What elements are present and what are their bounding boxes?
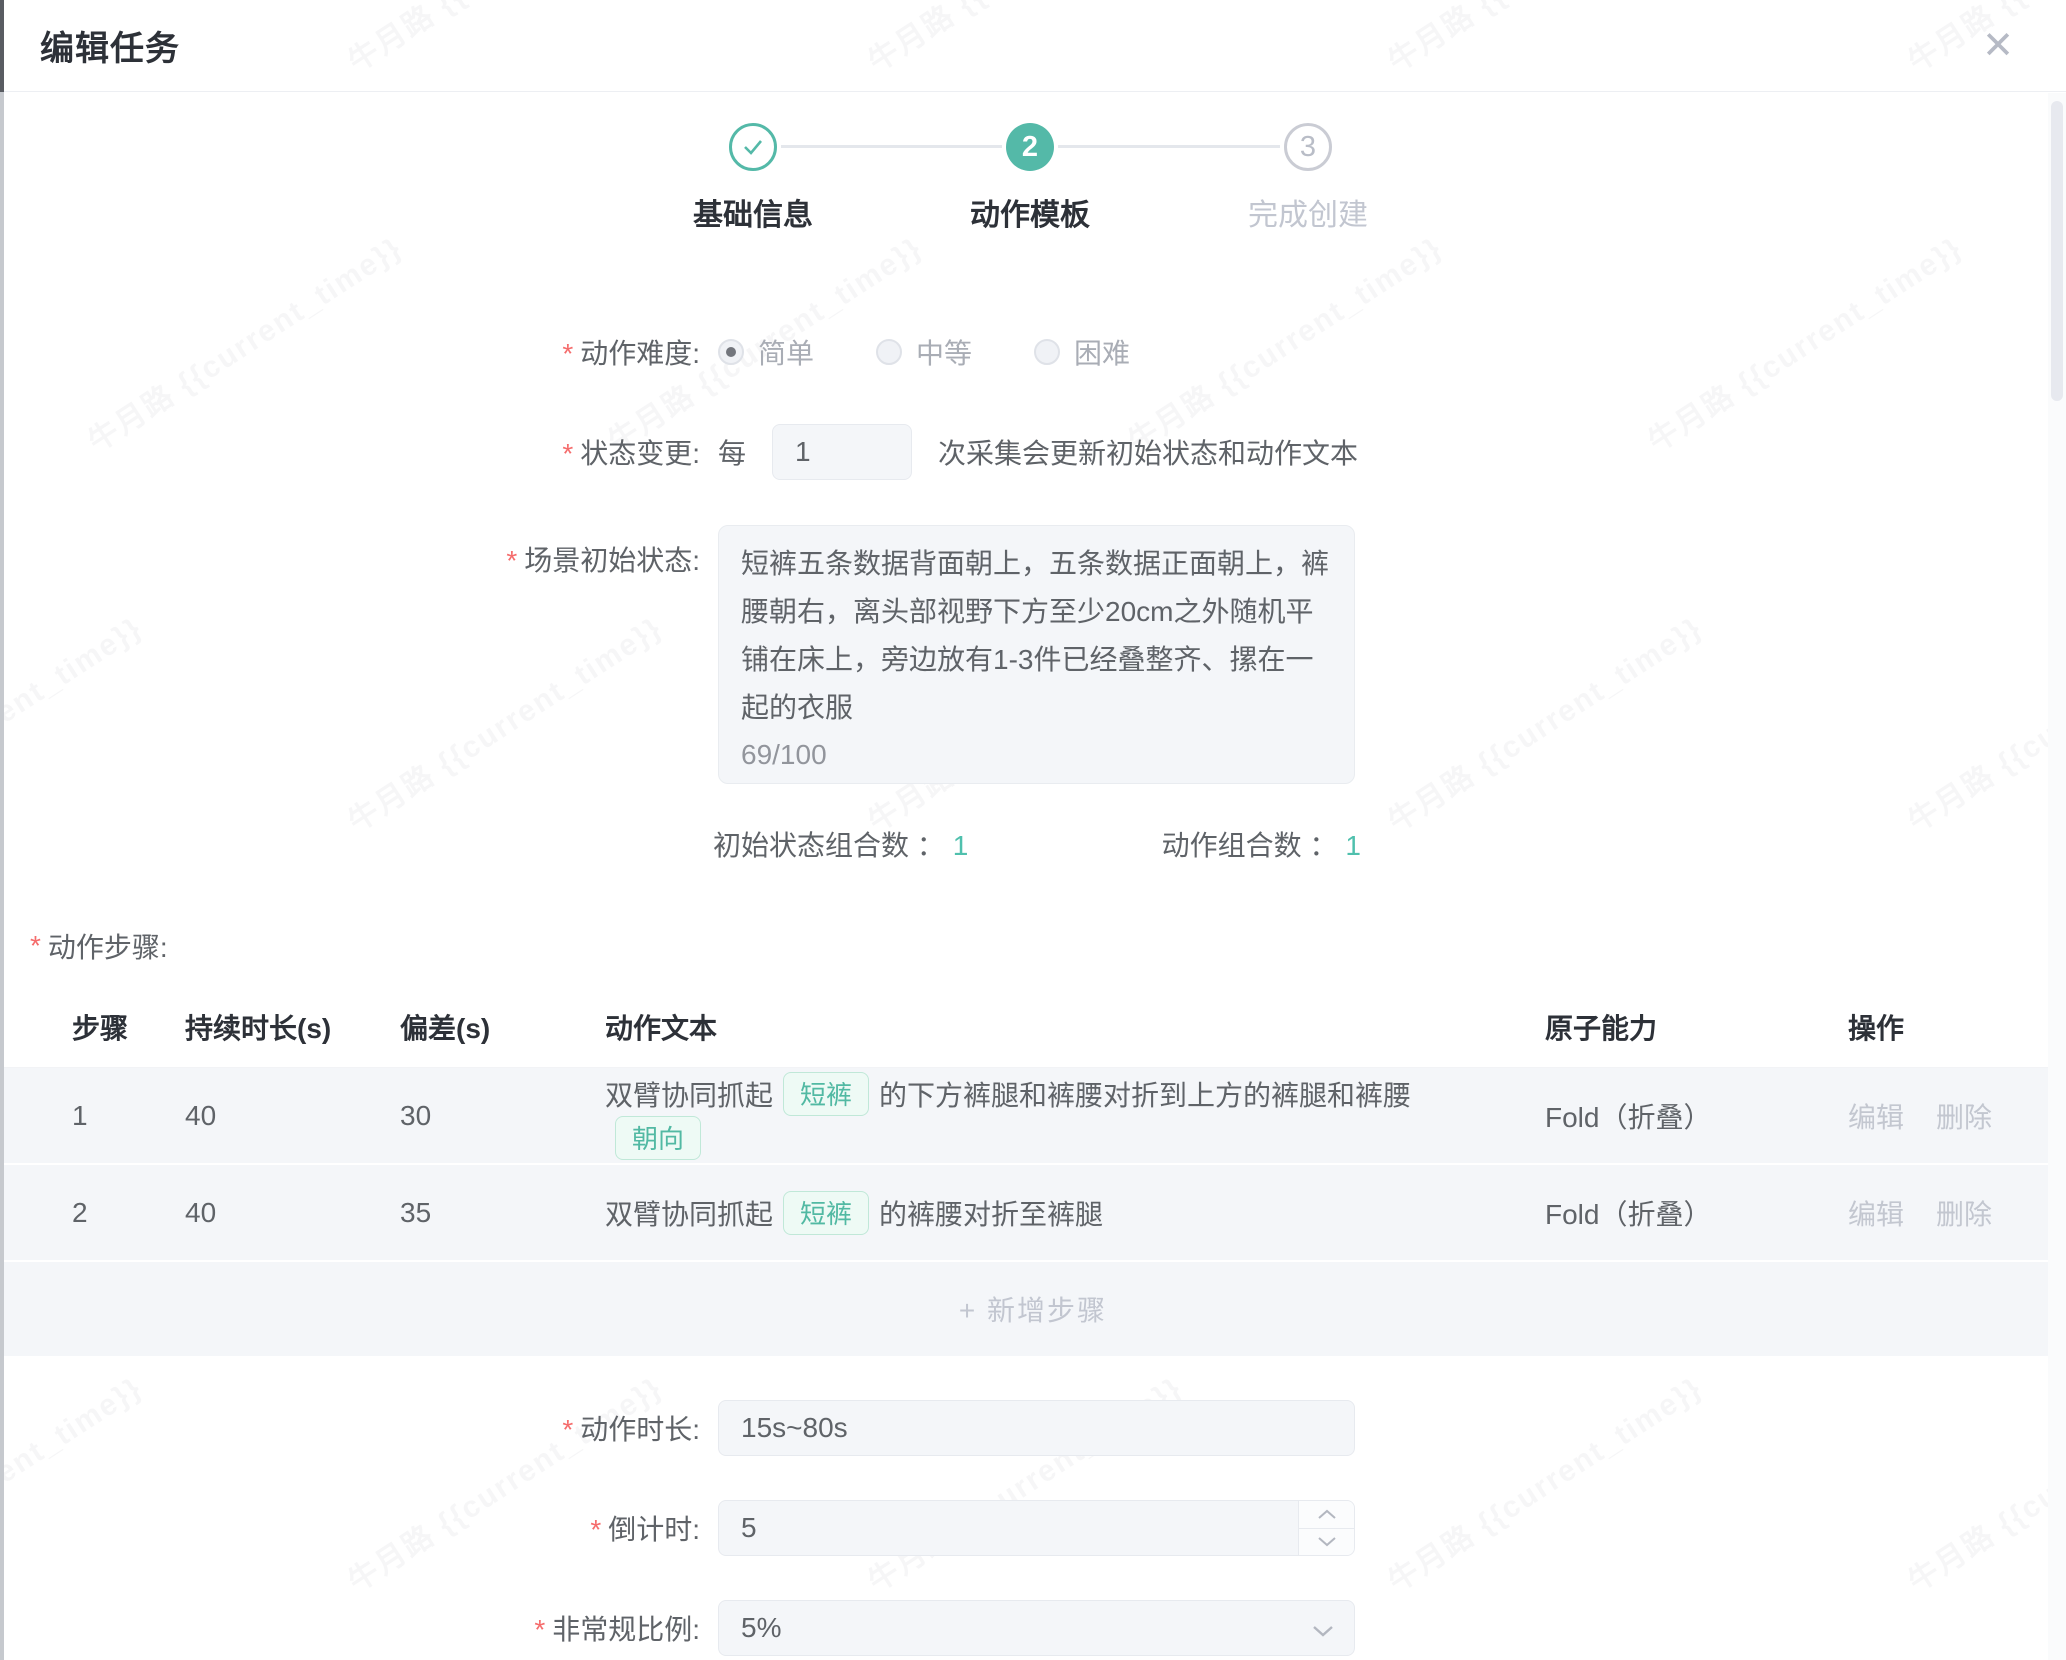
char-counter: 69/100	[741, 741, 827, 769]
scrollbar-thumb[interactable]	[2051, 101, 2063, 401]
step-label-2[interactable]: 动作模板	[970, 190, 1090, 234]
radio-label: 简单	[758, 332, 814, 372]
cell-duration: 40	[140, 1197, 355, 1229]
difficulty-row: *动作难度: 简单中等困难	[0, 336, 2066, 368]
cell-duration: 40	[140, 1100, 355, 1132]
difficulty-label: *动作难度:	[0, 332, 700, 372]
step-connector	[781, 145, 1002, 148]
table-row-2: 24035双臂协同抓起短裤的裤腰对折至裤腿Fold（折叠）编辑删除	[0, 1165, 2066, 1262]
table-header-cell-6: 操作	[1803, 1007, 2066, 1047]
action-combo-value: 1	[1345, 830, 1361, 861]
edit-link[interactable]: 编辑	[1848, 1096, 1904, 1136]
step-circle-1[interactable]	[729, 123, 777, 171]
difficulty-radio-1[interactable]: 简单	[718, 332, 814, 372]
duration-label: *动作时长:	[0, 1408, 700, 1448]
radio-circle-icon	[876, 339, 902, 365]
delete-link[interactable]: 删除	[1936, 1096, 1992, 1136]
edit-link[interactable]: 编辑	[1848, 1193, 1904, 1233]
difficulty-radio-group: 简单 中等 困难	[718, 332, 1130, 372]
delete-link[interactable]: 删除	[1936, 1193, 1992, 1233]
action-tag: 短裤	[783, 1072, 869, 1116]
unusual-ratio-select[interactable]: 5%	[718, 1600, 1355, 1656]
unusual-ratio-label: *非常规比例:	[0, 1608, 700, 1648]
initial-state-row: *场景初始状态: 短裤五条数据背面朝上，五条数据正面朝上，裤腰朝右，离头部视野下…	[0, 525, 2066, 784]
close-icon[interactable]: ✕	[1982, 27, 2014, 65]
cell-deviation: 35	[355, 1197, 560, 1229]
duration-row: *动作时长:	[0, 1400, 2066, 1456]
cell-step: 1	[0, 1100, 140, 1132]
chevron-down-icon	[1312, 1612, 1334, 1644]
cell-action-text: 双臂协同抓起短裤的下方裤腿和裤腰对折到上方的裤腿和裤腰朝向	[560, 1072, 1500, 1160]
table-header-cell-1: 步骤	[0, 1007, 140, 1047]
action-tag: 朝向	[615, 1116, 701, 1160]
state-change-suffix: 次采集会更新初始状态和动作文本	[938, 432, 1358, 472]
action-steps-table: 步骤持续时长(s)偏差(s)动作文本原子能力操作 14030双臂协同抓起短裤的下…	[0, 986, 2066, 1356]
radio-circle-icon	[718, 339, 744, 365]
action-text-segment: 双臂协同抓起	[605, 1193, 773, 1233]
dialog-body: 基础信息2动作模板3完成创建 *动作难度: 简单中等困难 *状态变更: 每 次采…	[0, 92, 2066, 1656]
countdown-label: *倒计时:	[0, 1508, 700, 1548]
initial-combo-count: 初始状态组合数 ：1	[713, 824, 968, 864]
action-text-segment: 双臂协同抓起	[605, 1074, 773, 1114]
dialog-title: 编辑任务	[40, 21, 180, 70]
spinner-down-icon[interactable]	[1299, 1529, 1354, 1556]
stepper: 基础信息 2 动作模板 3 完成创建	[0, 92, 2066, 264]
cell-deviation: 30	[355, 1100, 560, 1132]
window-left-edge	[0, 0, 4, 1660]
unusual-ratio-row: *非常规比例: 5%	[0, 1600, 2066, 1656]
action-steps-label: * 动作步骤:	[0, 928, 2066, 964]
step-label-3[interactable]: 完成创建	[1248, 190, 1368, 234]
state-change-label: *状态变更:	[0, 432, 700, 472]
radio-label: 中等	[916, 332, 972, 372]
difficulty-radio-2[interactable]: 中等	[876, 332, 972, 372]
number-spinner	[1298, 1501, 1354, 1555]
action-text-segment: 的下方裤腿和裤腰对折到上方的裤腿和裤腰	[879, 1074, 1411, 1114]
initial-state-textarea[interactable]: 短裤五条数据背面朝上，五条数据正面朝上，裤腰朝右，离头部视野下方至少20cm之外…	[718, 525, 1355, 784]
action-text-segment: 的裤腰对折至裤腿	[879, 1193, 1103, 1233]
initial-state-text: 短裤五条数据背面朝上，五条数据正面朝上，裤腰朝右，离头部视野下方至少20cm之外…	[741, 548, 1329, 723]
check-icon	[738, 132, 768, 162]
cell-ability: Fold（折叠）	[1500, 1193, 1803, 1233]
step-circle-3[interactable]: 3	[1284, 123, 1332, 171]
state-change-row: *状态变更: 每 次采集会更新初始状态和动作文本	[0, 424, 2066, 480]
radio-circle-icon	[1034, 339, 1060, 365]
radio-label: 困难	[1074, 332, 1130, 372]
dialog-header: 编辑任务 ✕	[0, 0, 2066, 92]
table-header-cell-5: 原子能力	[1500, 1007, 1803, 1047]
initial-state-label: *场景初始状态:	[0, 525, 700, 579]
add-step-button[interactable]: + 新增步骤	[0, 1262, 2066, 1356]
step-connector	[1058, 145, 1280, 148]
table-header-cell-2: 持续时长(s)	[140, 1007, 355, 1047]
table-header-row: 步骤持续时长(s)偏差(s)动作文本原子能力操作	[0, 986, 2066, 1068]
step-label-1[interactable]: 基础信息	[693, 190, 813, 234]
table-row-1: 14030双臂协同抓起短裤的下方裤腿和裤腰对折到上方的裤腿和裤腰朝向Fold（折…	[0, 1068, 2066, 1165]
action-combo-count: 动作组合数 ：1	[1162, 824, 1361, 864]
table-header-cell-4: 动作文本	[560, 1007, 1500, 1047]
cell-ability: Fold（折叠）	[1500, 1096, 1803, 1136]
combo-counts-row: 初始状态组合数 ：1 动作组合数 ：1	[713, 824, 1361, 864]
step-circle-2[interactable]: 2	[1006, 123, 1054, 171]
countdown-row: *倒计时:	[0, 1500, 2066, 1556]
state-change-input[interactable]	[772, 424, 912, 480]
spinner-up-icon[interactable]	[1299, 1501, 1354, 1529]
initial-combo-value: 1	[953, 830, 969, 861]
table-header-cell-3: 偏差(s)	[355, 1007, 560, 1047]
cell-operations: 编辑删除	[1803, 1096, 2066, 1136]
cell-step: 2	[0, 1197, 140, 1229]
state-change-prefix: 每	[718, 432, 746, 472]
duration-input[interactable]	[718, 1400, 1355, 1456]
difficulty-radio-3[interactable]: 困难	[1034, 332, 1130, 372]
required-mark: *	[562, 338, 573, 369]
unusual-ratio-value: 5%	[741, 1612, 781, 1644]
countdown-input[interactable]	[718, 1500, 1355, 1556]
cell-operations: 编辑删除	[1803, 1193, 2066, 1233]
action-tag: 短裤	[783, 1191, 869, 1235]
scrollbar-track[interactable]	[2048, 93, 2066, 1660]
cell-action-text: 双臂协同抓起短裤的裤腰对折至裤腿	[560, 1191, 1500, 1235]
